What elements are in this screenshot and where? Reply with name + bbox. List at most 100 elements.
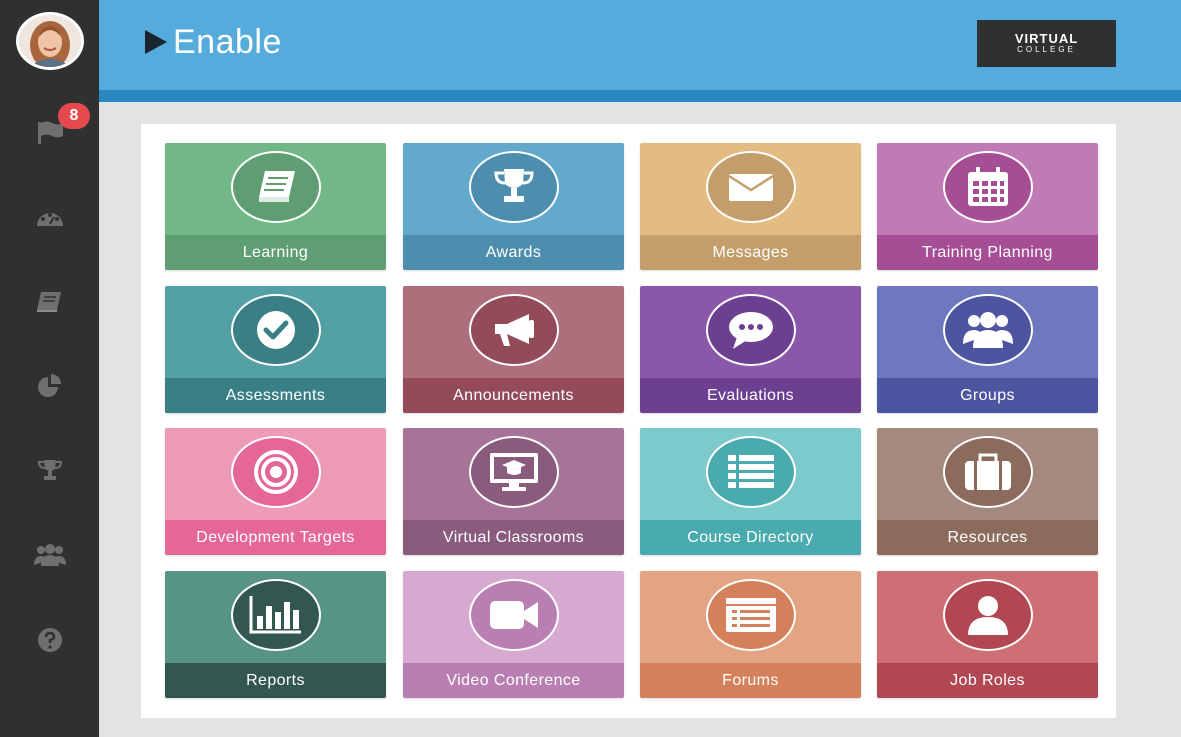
tile-groups[interactable]: Groups — [877, 286, 1098, 413]
tile-icon-circle — [231, 294, 321, 366]
sidebar-item-help[interactable] — [0, 620, 99, 660]
dashboard-icon — [35, 206, 65, 228]
tile-body — [640, 571, 861, 663]
tile-body — [640, 143, 861, 235]
tile-body — [165, 571, 386, 663]
tile-development-targets[interactable]: Development Targets — [165, 428, 386, 555]
target-icon — [254, 450, 298, 494]
tile-reports[interactable]: Reports — [165, 571, 386, 698]
sidebar-item-dashboard[interactable] — [0, 197, 99, 237]
tile-icon-circle — [706, 294, 796, 366]
envelope-icon — [728, 174, 774, 201]
tile-icon-circle — [706, 151, 796, 223]
tile-learning[interactable]: Learning — [165, 143, 386, 270]
sidebar: 8 — [0, 0, 99, 737]
tile-icon-circle — [231, 151, 321, 223]
sidebar-item-reports[interactable] — [0, 366, 99, 406]
tile-body — [165, 428, 386, 520]
sidebar-item-groups[interactable] — [0, 535, 99, 575]
tile-label: Evaluations — [640, 378, 861, 413]
tile-label: Job Roles — [877, 663, 1098, 698]
tile-body — [877, 428, 1098, 520]
forum-icon — [726, 598, 776, 632]
tile-icon-circle — [469, 579, 559, 651]
book-icon — [259, 171, 295, 202]
user-icon — [968, 596, 1008, 635]
app-title-text: Enable — [173, 22, 282, 61]
tile-label: Resources — [877, 520, 1098, 555]
virtual-college-logo[interactable]: VIRTUAL COLLEGE — [977, 20, 1116, 67]
tile-label: Messages — [640, 235, 861, 270]
tile-icon-circle — [469, 436, 559, 508]
tile-icon-circle — [469, 294, 559, 366]
tile-label: Groups — [877, 378, 1098, 413]
tile-body — [165, 143, 386, 235]
tile-body — [877, 571, 1098, 663]
tile-body — [640, 428, 861, 520]
list-icon — [728, 455, 774, 488]
user-avatar[interactable] — [16, 12, 84, 70]
notification-badge: 8 — [58, 103, 90, 129]
tile-messages[interactable]: Messages — [640, 143, 861, 270]
tile-forums[interactable]: Forums — [640, 571, 861, 698]
tile-announcements[interactable]: Announcements — [403, 286, 624, 413]
tile-assessments[interactable]: Assessments — [165, 286, 386, 413]
tile-label: Development Targets — [165, 520, 386, 555]
tile-icon-circle — [469, 151, 559, 223]
tile-icon-circle — [706, 579, 796, 651]
tile-body — [403, 428, 624, 520]
users-icon — [33, 543, 67, 567]
tile-awards[interactable]: Awards — [403, 143, 624, 270]
sidebar-item-learning[interactable] — [0, 282, 99, 322]
tile-label: Assessments — [165, 378, 386, 413]
tile-body — [640, 286, 861, 378]
briefcase-icon — [965, 453, 1011, 490]
monitor-graduation-icon — [490, 453, 538, 491]
tile-body — [877, 286, 1098, 378]
tile-icon-circle — [231, 579, 321, 651]
tile-body — [403, 286, 624, 378]
pie-chart-icon — [35, 373, 65, 399]
tile-evaluations[interactable]: Evaluations — [640, 286, 861, 413]
tile-icon-circle — [943, 294, 1033, 366]
tile-body — [877, 143, 1098, 235]
tile-body — [165, 286, 386, 378]
tile-label: Video Conference — [403, 663, 624, 698]
tile-label: Training Planning — [877, 235, 1098, 270]
tile-icon-circle — [943, 579, 1033, 651]
tile-label: Reports — [165, 663, 386, 698]
header-strip — [99, 90, 1181, 102]
help-icon — [37, 627, 63, 653]
sidebar-item-awards[interactable] — [0, 450, 99, 490]
megaphone-icon — [495, 314, 534, 346]
tile-label: Virtual Classrooms — [403, 520, 624, 555]
play-arrow-icon — [145, 30, 167, 54]
logo-text-bottom: COLLEGE — [1017, 45, 1076, 54]
tile-label: Forums — [640, 663, 861, 698]
tile-training-planning[interactable]: Training Planning — [877, 143, 1098, 270]
tile-icon-circle — [943, 151, 1033, 223]
tile-icon-circle — [706, 436, 796, 508]
logo-text-top: VIRTUAL — [1014, 31, 1079, 46]
tile-label: Learning — [165, 235, 386, 270]
book-icon — [35, 290, 65, 314]
trophy-icon — [36, 458, 64, 482]
tile-body — [403, 143, 624, 235]
chat-bubble-icon — [729, 312, 773, 349]
users-icon — [963, 312, 1013, 348]
bar-chart-icon — [249, 596, 301, 634]
tile-body — [403, 571, 624, 663]
trophy-icon — [494, 169, 534, 202]
tile-virtual-classrooms[interactable]: Virtual Classrooms — [403, 428, 624, 555]
tile-video-conference[interactable]: Video Conference — [403, 571, 624, 698]
tile-label: Awards — [403, 235, 624, 270]
tile-icon-circle — [943, 436, 1033, 508]
tile-course-directory[interactable]: Course Directory — [640, 428, 861, 555]
tile-icon-circle — [231, 436, 321, 508]
calendar-icon — [968, 167, 1008, 206]
app-title: Enable — [145, 22, 282, 62]
tile-resources[interactable]: Resources — [877, 428, 1098, 555]
checkmark-icon — [257, 311, 295, 349]
tile-job-roles[interactable]: Job Roles — [877, 571, 1098, 698]
tile-label: Announcements — [403, 378, 624, 413]
